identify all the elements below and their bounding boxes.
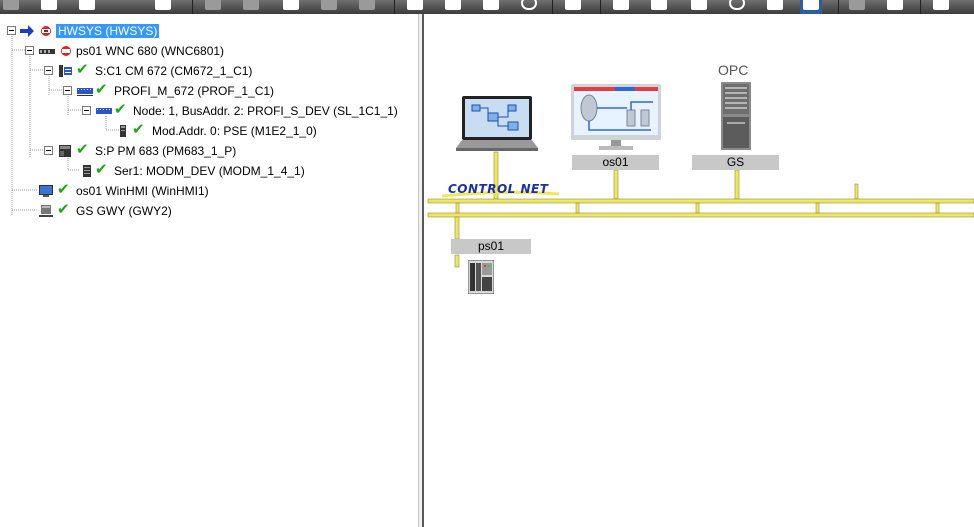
- wireless-icon[interactable]: [648, 0, 670, 14]
- arrows-icon[interactable]: [884, 0, 906, 14]
- report-grid-icon[interactable]: [356, 0, 378, 14]
- opc-server-icon[interactable]: [721, 82, 751, 152]
- undo-icon[interactable]: [202, 0, 224, 14]
- engineering-laptop-icon[interactable]: [456, 96, 538, 154]
- online-icon[interactable]: [518, 0, 540, 14]
- device-label-os01: os01: [572, 155, 659, 170]
- controller-station-icon: [38, 44, 55, 58]
- toolbar-separator: [552, 0, 553, 14]
- io-module-icon: [117, 124, 133, 138]
- tree-item-cm672[interactable]: ✔ S:C1 CM 672 (CM672_1_C1): [0, 61, 418, 79]
- network-diagram-canvas[interactable]: os01 OPC GS CONTROL NET ps01: [424, 14, 974, 527]
- tree-item-gs[interactable]: ✔ GS GWY (GWY2): [0, 201, 418, 219]
- tree-item-label: Ser1: MODM_DEV (MODM_1_4_1): [114, 164, 305, 178]
- tree-item-pm683[interactable]: ✔ S:P PM 683 (PM683_1_P): [0, 141, 418, 159]
- opc-label: OPC: [718, 62, 749, 78]
- tree-item-profi-m[interactable]: ✔ PROFI_M_672 (PROF_1_C1): [0, 81, 418, 99]
- collapse-toggle[interactable]: [63, 86, 72, 95]
- tree-item-label: Mod.Addr. 0: PSE (M1E2_1_0): [152, 124, 317, 138]
- collapse-toggle[interactable]: [44, 146, 53, 155]
- communication-module-icon: [57, 64, 73, 78]
- cut-icon[interactable]: [240, 0, 262, 14]
- info-icon[interactable]: [726, 0, 748, 14]
- device-label-ps01: ps01: [451, 239, 531, 254]
- arrow-right-icon: [19, 24, 35, 38]
- tree-item-profi-s[interactable]: ✔ Node: 1, BusAddr. 2: PROFI_S_DEV (SL_1…: [0, 101, 418, 119]
- printer-icon[interactable]: [688, 0, 710, 14]
- verify-icon[interactable]: [442, 0, 464, 14]
- move-right-icon[interactable]: [846, 0, 868, 14]
- collapse-toggle[interactable]: [7, 26, 16, 35]
- serial-device-icon: [80, 164, 96, 178]
- copy-icon[interactable]: [280, 0, 302, 14]
- report-icon[interactable]: [764, 0, 786, 14]
- new-document-icon[interactable]: [38, 0, 60, 14]
- tree-item-label: Node: 1, BusAddr. 2: PROFI_S_DEV (SL_1C1…: [133, 104, 398, 118]
- status-ok-check-icon: ✔: [76, 141, 89, 158]
- status-ok-check-icon: ✔: [57, 181, 70, 198]
- toolbar-separator: [192, 0, 193, 14]
- exit-icon[interactable]: [930, 0, 952, 14]
- collapse-toggle[interactable]: [44, 66, 53, 75]
- save-icon[interactable]: [76, 0, 98, 14]
- edit-icon[interactable]: [152, 0, 174, 14]
- tree-item-label: S:P PM 683 (PM683_1_P): [95, 144, 237, 158]
- tree-item-os01[interactable]: ✔ os01 WinHMI (WinHMI1): [0, 181, 418, 199]
- tree-item-ser1[interactable]: ✔ Ser1: MODM_DEV (MODM_1_4_1): [0, 161, 418, 179]
- hmi-monitor-icon: [38, 184, 54, 198]
- hardware-configuration-window: HWSYS (HWSYS) ps01 WNC 680 (WNC6801) ✔ S…: [0, 0, 974, 527]
- hardware-icon[interactable]: [562, 0, 584, 14]
- toolbar-separator: [394, 0, 395, 14]
- hmi-monitor-icon[interactable]: [571, 84, 661, 152]
- status-ok-check-icon: ✔: [114, 101, 127, 118]
- paste-icon[interactable]: [318, 0, 340, 14]
- network-name-label: CONTROL NET: [448, 182, 549, 196]
- collapse-toggle[interactable]: [82, 106, 91, 115]
- toolbar-separator: [920, 0, 921, 14]
- tree-item-label: S:C1 CM 672 (CM672_1_C1): [95, 64, 253, 78]
- system-icon: [38, 24, 54, 38]
- profibus-master-icon: [76, 84, 93, 98]
- device-label-gs: GS: [692, 155, 779, 170]
- tree-item-ps01[interactable]: ps01 WNC 680 (WNC6801): [0, 43, 418, 59]
- lightbulb-icon[interactable]: [800, 0, 822, 14]
- processor-module-icon: [57, 144, 73, 158]
- tree-item-label: HWSYS (HWSYS): [56, 24, 160, 38]
- tree-item-label: PROFI_M_672 (PROF_1_C1): [114, 84, 275, 98]
- download-icon[interactable]: [480, 0, 502, 14]
- collapse-toggle[interactable]: [25, 46, 34, 55]
- toolbar-separator: [600, 0, 601, 14]
- profibus-slave-icon: [95, 104, 112, 118]
- controller-icon[interactable]: [610, 0, 632, 14]
- network-tree-icon[interactable]: [0, 0, 22, 14]
- tree-item-label: os01 WinHMI (WinHMI1): [76, 184, 209, 198]
- status-ok-check-icon: ✔: [95, 161, 108, 178]
- gateway-icon: [38, 204, 54, 218]
- network-bus-graphics: [427, 151, 974, 268]
- tree-item-label: GS GWY (GWY2): [76, 204, 172, 218]
- status-ok-check-icon: ✔: [95, 81, 108, 98]
- status-ok-check-icon: ✔: [76, 61, 89, 78]
- tree-item-hwsys[interactable]: HWSYS (HWSYS): [0, 23, 418, 39]
- system-icon: [58, 44, 74, 58]
- status-ok-check-icon: ✔: [132, 121, 145, 138]
- hardware-tree[interactable]: HWSYS (HWSYS) ps01 WNC 680 (WNC6801) ✔ S…: [0, 14, 418, 527]
- status-ok-check-icon: ✔: [57, 201, 70, 218]
- toolbar-separator: [838, 0, 839, 14]
- tree-item-mod-addr[interactable]: ✔ Mod.Addr. 0: PSE (M1E2_1_0): [0, 121, 418, 139]
- print-icon[interactable]: [404, 0, 426, 14]
- tree-item-label: ps01 WNC 680 (WNC6801): [76, 44, 225, 58]
- controller-rack-icon[interactable]: [467, 259, 495, 295]
- toolbar: [0, 0, 974, 14]
